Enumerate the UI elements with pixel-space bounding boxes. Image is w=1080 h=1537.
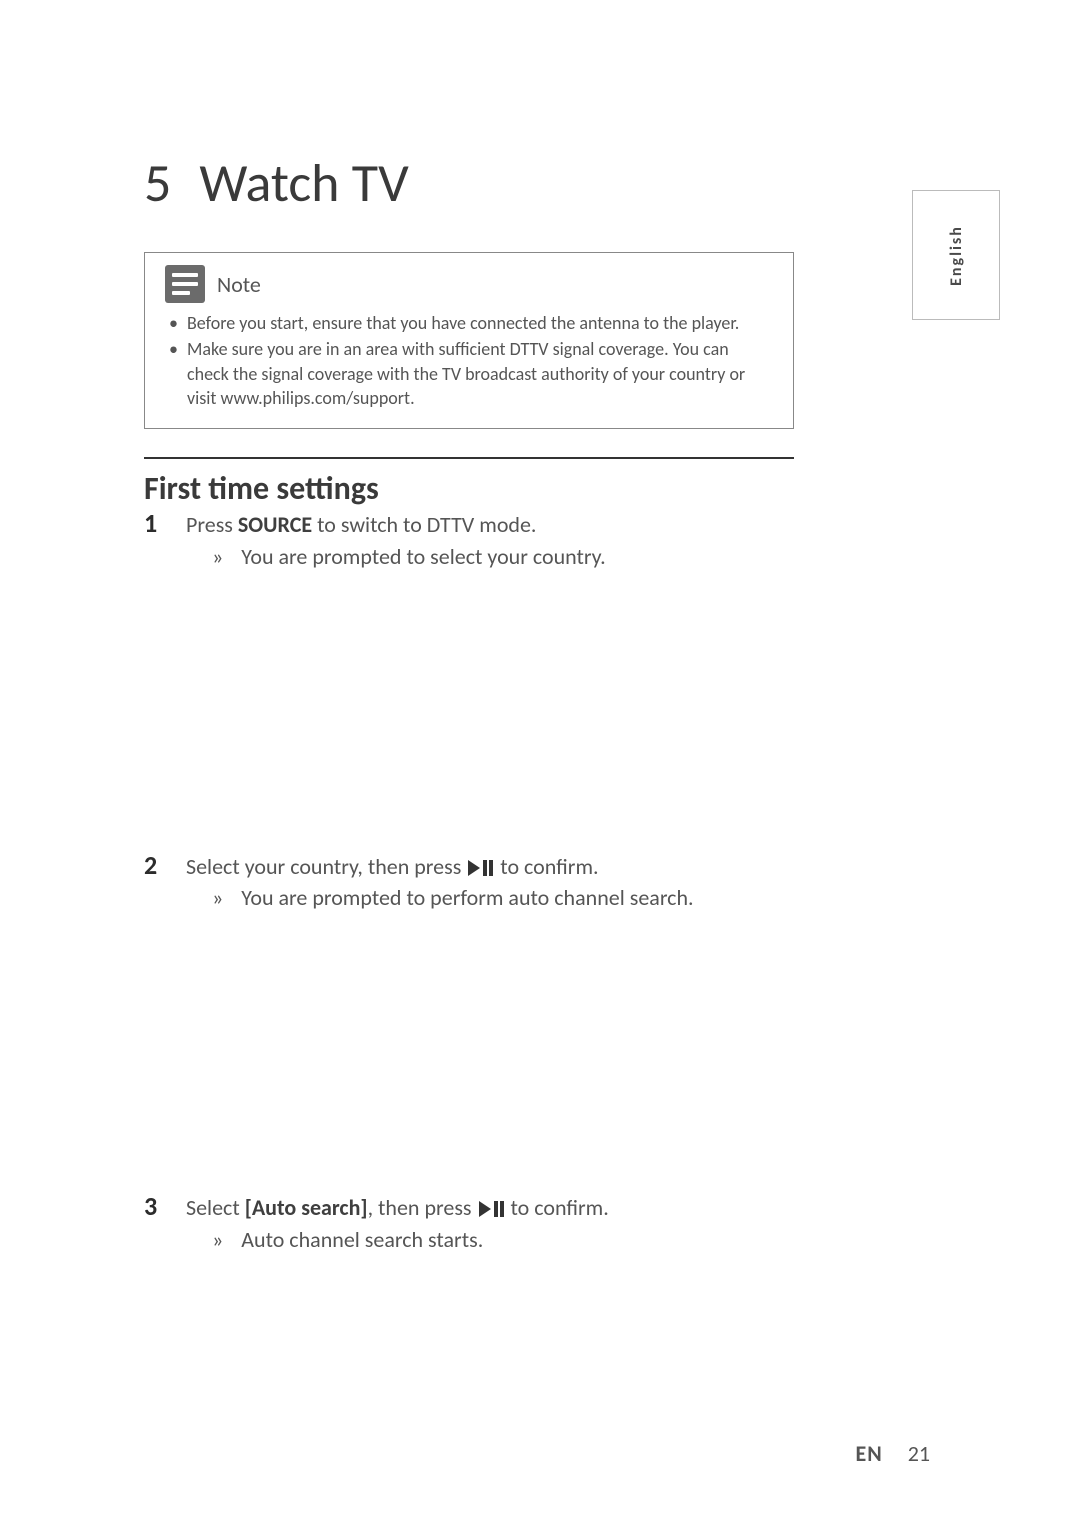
language-tab: English <box>912 190 1000 320</box>
step-2: 2 Select your country, then press to con… <box>144 852 804 913</box>
play-pause-icon <box>479 1201 504 1217</box>
result-arrow-icon: » <box>212 883 223 913</box>
step-1: 1 Press SOURCE to switch to DTTV mode. »… <box>144 510 804 571</box>
step-number: 1 <box>144 510 162 571</box>
footer-page-number: 21 <box>908 1440 930 1467</box>
play-pause-icon <box>468 860 493 876</box>
step-body: Press SOURCE to switch to DTTV mode. » Y… <box>186 510 606 571</box>
chapter-heading: 5 Watch TV <box>144 150 936 216</box>
result-arrow-icon: » <box>212 542 223 572</box>
step-number: 3 <box>144 1193 162 1254</box>
step-body: Select [Auto search], then press to conf… <box>186 1193 609 1254</box>
note-header: Note <box>165 265 773 303</box>
step-number: 2 <box>144 852 162 913</box>
section-heading: First time settings <box>144 469 936 508</box>
note-bullet: Before you start, ensure that you have c… <box>187 311 773 335</box>
language-tab-label: English <box>947 225 966 286</box>
step-sub: » You are prompted to perform auto chann… <box>186 883 694 913</box>
step-sub-text: You are prompted to select your country. <box>241 542 605 572</box>
step-sub-text: You are prompted to perform auto channel… <box>241 883 693 913</box>
step-body: Select your country, then press to confi… <box>186 852 694 913</box>
result-arrow-icon: » <box>212 1225 223 1255</box>
section-rule <box>144 457 794 459</box>
step-instruction: Select [Auto search], then press to conf… <box>186 1193 609 1223</box>
step-sub: » Auto channel search starts. <box>186 1225 609 1255</box>
note-body: Before you start, ensure that you have c… <box>165 311 773 410</box>
step-instruction: Select your country, then press to confi… <box>186 852 694 882</box>
note-title: Note <box>217 271 261 298</box>
note-icon <box>165 265 205 303</box>
note-bullet: Make sure you are in an area with suffic… <box>187 337 773 410</box>
chapter-title: Watch TV <box>199 150 408 216</box>
note-box: Note Before you start, ensure that you h… <box>144 252 794 429</box>
step-sub-text: Auto channel search starts. <box>241 1225 483 1255</box>
step-sub: » You are prompted to select your countr… <box>186 542 606 572</box>
page-footer: EN 21 <box>855 1440 930 1467</box>
step-instruction: Press SOURCE to switch to DTTV mode. <box>186 510 606 540</box>
footer-lang: EN <box>855 1440 882 1467</box>
step-3: 3 Select [Auto search], then press to co… <box>144 1193 804 1254</box>
chapter-number: 5 <box>144 150 171 216</box>
steps-list: 1 Press SOURCE to switch to DTTV mode. »… <box>144 510 804 1254</box>
